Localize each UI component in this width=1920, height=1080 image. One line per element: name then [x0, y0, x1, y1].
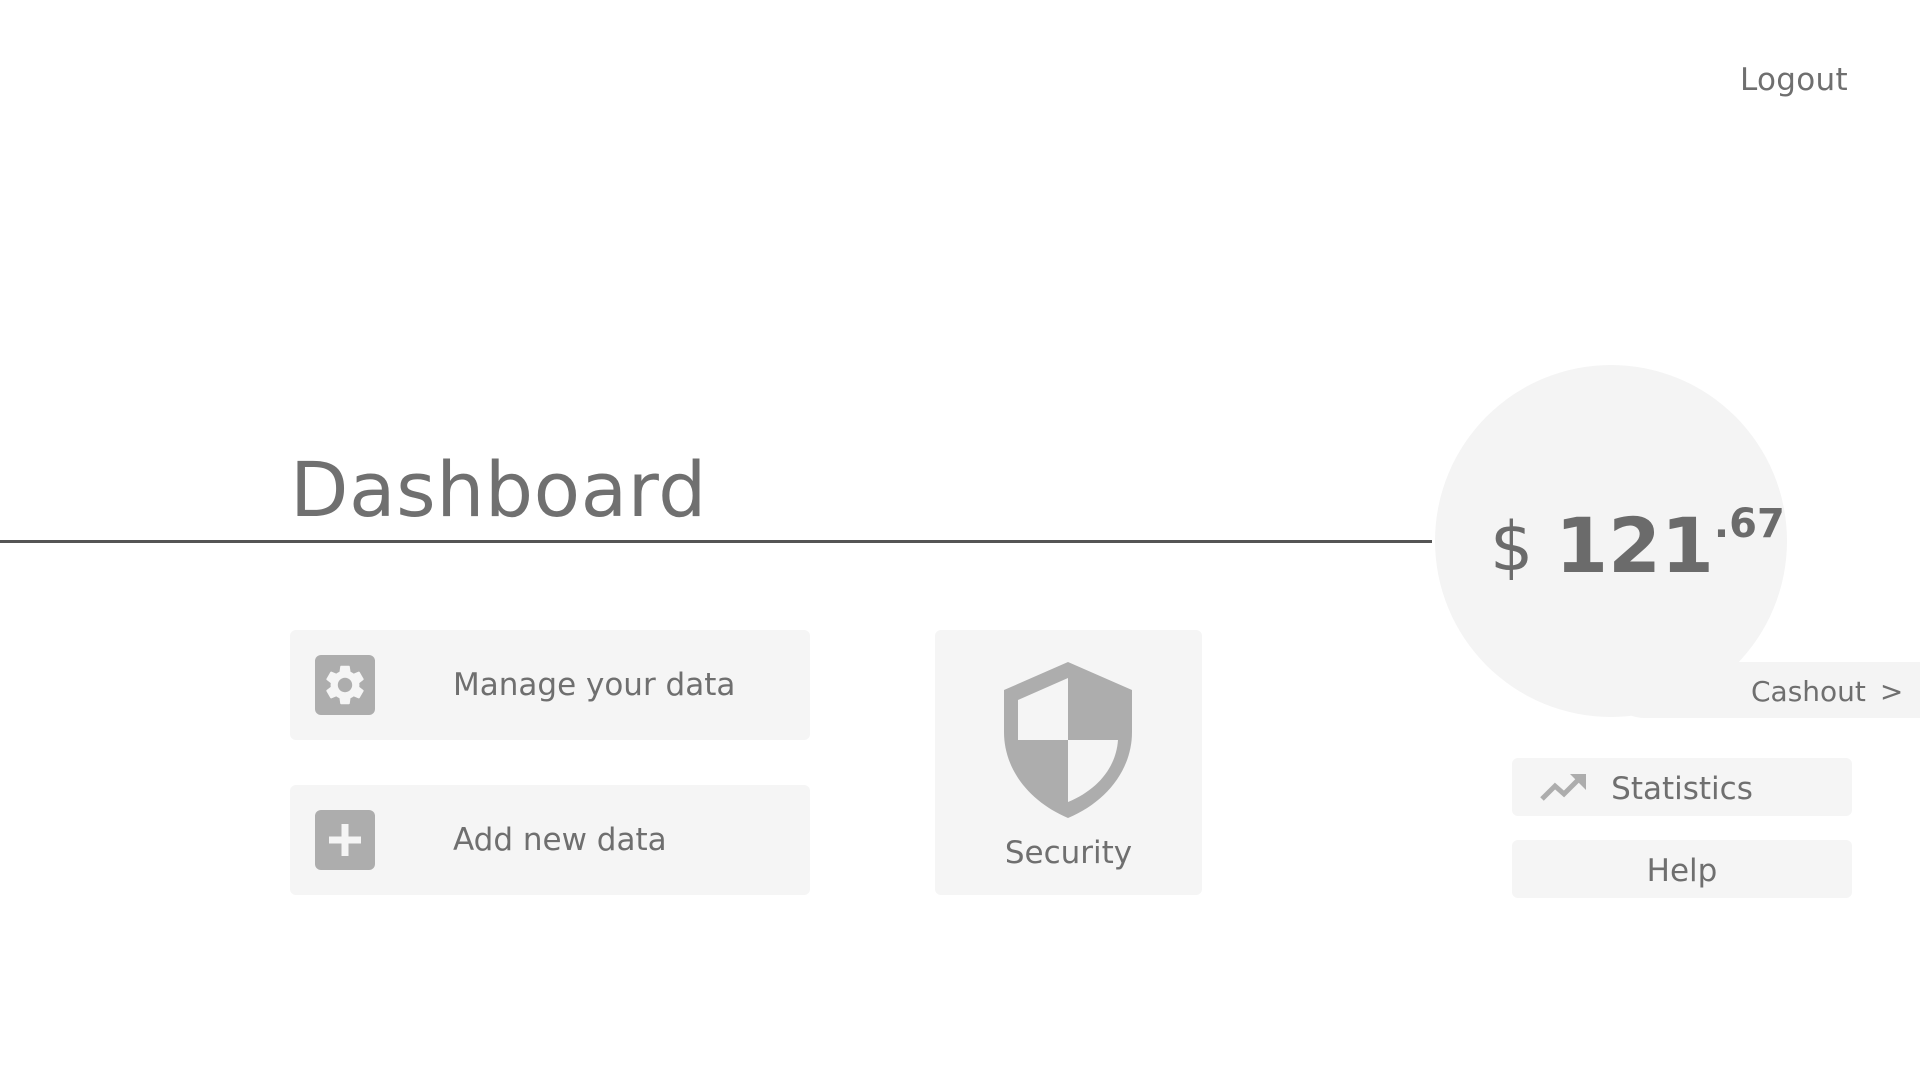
logout-link[interactable]: Logout [1740, 62, 1848, 98]
security-button[interactable]: Security [935, 630, 1202, 895]
plus-icon [315, 810, 375, 870]
add-data-label: Add new data [453, 822, 667, 858]
help-label: Help [1646, 853, 1718, 889]
help-button[interactable]: Help [1512, 840, 1852, 898]
gear-icon [315, 655, 375, 715]
manage-data-button[interactable]: Manage your data [290, 630, 810, 740]
chevron-right-icon: > [1879, 675, 1904, 708]
statistics-label: Statistics [1611, 771, 1753, 807]
balance-currency: $ [1490, 508, 1534, 587]
balance-decimal: .67 [1713, 501, 1785, 547]
statistics-button[interactable]: Statistics [1512, 758, 1852, 816]
title-divider [0, 540, 1432, 543]
cashout-button[interactable]: Cashout > [1605, 662, 1920, 718]
page-title: Dashboard [290, 445, 707, 534]
cashout-text: Cashout [1751, 675, 1866, 708]
cashout-label: Cashout > [1751, 662, 1903, 722]
balance-integer: 121 [1555, 501, 1714, 590]
security-label: Security [1004, 835, 1133, 871]
dashboard-screen: Logout Dashboard Manage your data Add ne… [0, 0, 1920, 1080]
balance-amount: $121.67 [1490, 504, 1785, 587]
shield-icon [1002, 660, 1134, 820]
manage-data-label: Manage your data [453, 667, 736, 703]
add-data-button[interactable]: Add new data [290, 785, 810, 895]
